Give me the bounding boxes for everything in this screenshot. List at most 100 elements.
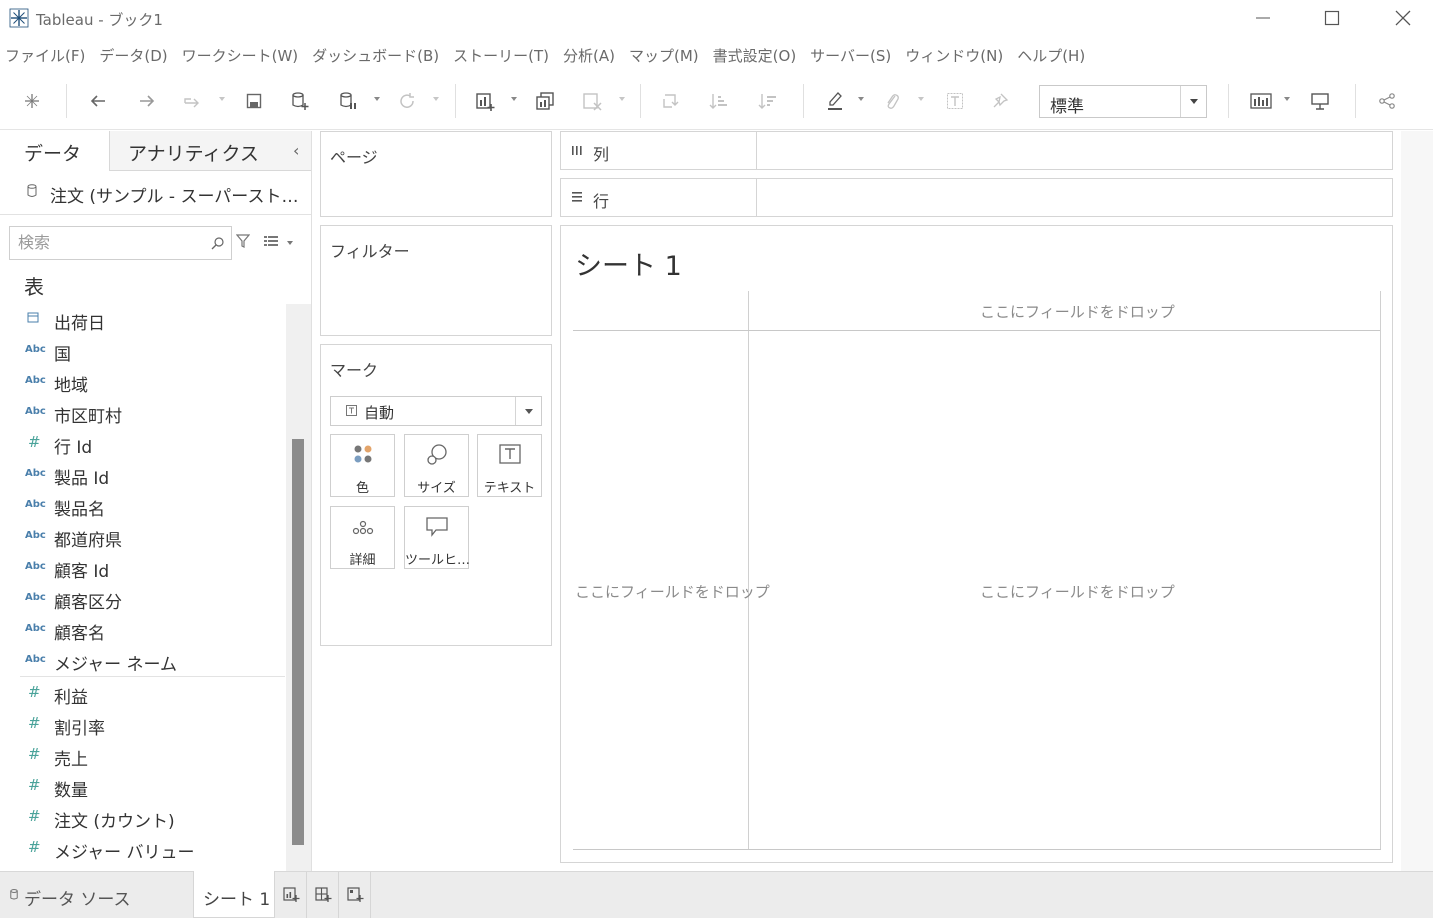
field-item[interactable]: Abc 地域 <box>0 367 285 398</box>
filter-icon[interactable] <box>236 234 250 248</box>
refresh-button[interactable] <box>395 90 419 112</box>
field-item[interactable]: # 行 Id <box>0 429 285 460</box>
list-view-icon[interactable] <box>264 235 278 247</box>
sheet-title[interactable]: シート 1 <box>575 244 682 283</box>
color-button[interactable]: 色 <box>330 434 395 497</box>
menu-analysis[interactable]: 分析(A) <box>557 45 623 66</box>
menu-worksheet[interactable]: ワークシート(W) <box>176 45 307 66</box>
search-input[interactable] <box>18 227 208 257</box>
duplicate-sheet-button[interactable] <box>533 90 557 112</box>
field-item[interactable]: Abc 製品名 <box>0 491 285 522</box>
highlight-button[interactable] <box>823 90 847 112</box>
undo-button[interactable] <box>86 90 110 112</box>
string-type-icon: Abc <box>25 561 46 572</box>
new-worksheet-icon[interactable] <box>282 885 300 903</box>
new-dashboard-icon[interactable] <box>314 885 332 903</box>
dropdown-caret[interactable] <box>433 97 439 101</box>
pages-shelf[interactable]: ページ <box>320 131 552 217</box>
menu-story[interactable]: ストーリー(T) <box>447 45 557 66</box>
redo-button[interactable] <box>135 90 159 112</box>
chevron-down-icon[interactable] <box>515 397 541 425</box>
datasource-item[interactable]: 注文 (サンプル - スーパースト… <box>0 171 311 215</box>
view-options-caret[interactable] <box>287 241 293 245</box>
close-button[interactable] <box>1380 0 1426 36</box>
menu-format[interactable]: 書式設定(O) <box>707 45 805 66</box>
pause-auto-update-button[interactable] <box>336 90 360 112</box>
columns-shelf[interactable]: 列 <box>560 131 1393 170</box>
drop-zone-canvas[interactable]: ここにフィールドをドロップ <box>980 581 1175 602</box>
new-story-icon[interactable] <box>346 885 364 903</box>
swap-flow-button[interactable] <box>181 90 205 112</box>
dropdown-caret[interactable] <box>1284 97 1290 101</box>
swap-rows-columns-button[interactable] <box>659 90 683 112</box>
dropdown-caret[interactable] <box>858 97 864 101</box>
duplicate-icon <box>536 92 554 110</box>
scrollbar-thumb[interactable] <box>292 439 304 845</box>
show-mark-labels-button[interactable] <box>943 90 967 112</box>
chevron-down-icon[interactable] <box>1180 86 1206 117</box>
mark-type-dropdown[interactable]: 自動 <box>330 396 542 426</box>
detail-button[interactable]: 詳細 <box>330 506 395 569</box>
group-members-button[interactable] <box>880 90 904 112</box>
field-item[interactable]: # 数量 <box>0 772 285 803</box>
field-item[interactable]: Abc 国 <box>0 336 285 367</box>
clear-sheet-button[interactable] <box>580 90 604 112</box>
field-item[interactable]: Abc 顧客区分 <box>0 584 285 615</box>
string-type-icon: Abc <box>25 623 46 634</box>
save-button[interactable] <box>242 90 266 112</box>
field-item[interactable]: Abc 市区町村 <box>0 398 285 429</box>
dropdown-caret[interactable] <box>918 97 924 101</box>
new-datasource-button[interactable] <box>288 90 312 112</box>
new-worksheet-button[interactable] <box>473 90 497 112</box>
maximize-button[interactable] <box>1309 0 1355 36</box>
field-item[interactable]: Abc 顧客名 <box>0 615 285 646</box>
collapse-pane-button[interactable]: ‹ <box>293 141 299 160</box>
share-button[interactable] <box>1375 90 1399 112</box>
field-item[interactable]: # 利益 <box>0 679 285 710</box>
drop-zone-columns[interactable]: ここにフィールドをドロップ <box>980 301 1175 322</box>
presentation-mode-button[interactable] <box>1308 90 1332 112</box>
sort-descending-button[interactable] <box>756 90 780 112</box>
menu-data[interactable]: データ(D) <box>93 45 175 66</box>
minimize-button[interactable] <box>1240 0 1286 36</box>
text-button[interactable]: テキスト <box>477 434 542 497</box>
menu-help[interactable]: ヘルプ(H) <box>1011 45 1093 66</box>
menu-window[interactable]: ウィンドウ(N) <box>899 45 1011 66</box>
fix-axes-button[interactable] <box>988 90 1012 112</box>
field-item[interactable]: # メジャー バリュー <box>0 834 285 865</box>
clear-sheet-icon <box>583 93 602 111</box>
tab-data[interactable]: データ <box>0 131 110 171</box>
rows-shelf[interactable]: 行 <box>560 178 1393 217</box>
tab-datasource[interactable]: データ ソース <box>0 872 193 918</box>
sort-ascending-button[interactable] <box>707 90 731 112</box>
menu-server[interactable]: サーバー(S) <box>804 45 899 66</box>
size-button[interactable]: サイズ <box>404 434 469 497</box>
field-item[interactable]: 出荷日 <box>0 305 285 336</box>
field-item[interactable]: # 注文 (カウント) <box>0 803 285 834</box>
menu-dashboard[interactable]: ダッシュボード(B) <box>306 45 447 66</box>
field-item[interactable]: # 割引率 <box>0 710 285 741</box>
field-item[interactable]: Abc 都道府県 <box>0 522 285 553</box>
tableau-start-button[interactable] <box>20 90 44 112</box>
search-icon[interactable] <box>211 236 225 250</box>
field-item[interactable]: # 売上 <box>0 741 285 772</box>
dropdown-caret[interactable] <box>374 97 380 101</box>
menu-map[interactable]: マップ(M) <box>623 45 707 66</box>
field-item[interactable]: Abc 顧客 Id <box>0 553 285 584</box>
tab-analytics[interactable]: アナリティクス <box>110 131 311 171</box>
refresh-icon <box>400 93 414 108</box>
dropdown-caret[interactable] <box>511 97 517 101</box>
show-me-button[interactable] <box>1249 90 1273 112</box>
field-item[interactable]: Abc 製品 Id <box>0 460 285 491</box>
dropdown-caret[interactable] <box>619 97 625 101</box>
tooltip-button[interactable]: ツールヒ… <box>404 506 470 569</box>
dropdown-caret[interactable] <box>219 97 225 101</box>
tab-sheet-1[interactable]: シート 1 <box>193 871 275 918</box>
filters-shelf[interactable]: フィルター <box>320 225 552 336</box>
drop-zone-rows[interactable]: ここにフィールドをドロップ <box>575 581 770 602</box>
detail-label: 詳細 <box>349 553 376 568</box>
field-item[interactable]: Abc メジャー ネーム <box>0 646 285 677</box>
string-type-icon: Abc <box>25 344 46 355</box>
fit-selector[interactable]: 標準 <box>1039 85 1207 118</box>
menu-file[interactable]: ファイル(F) <box>0 45 93 66</box>
